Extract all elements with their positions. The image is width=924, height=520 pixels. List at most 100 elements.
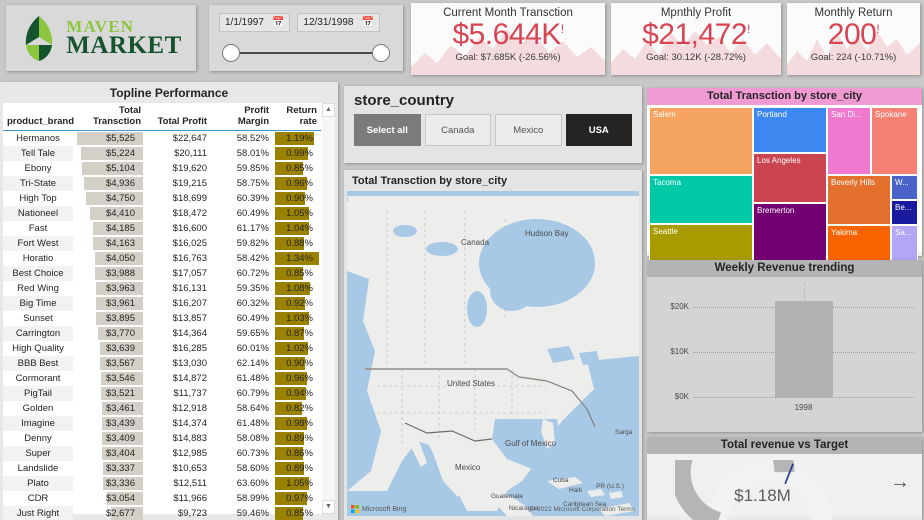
- col-total-profit[interactable]: Total Profit: [145, 103, 211, 131]
- cell-product-brand: Big Time: [3, 296, 73, 311]
- table-row[interactable]: Horatio $4,050 $16,763 58.42% 1.34%: [3, 251, 321, 266]
- weekly-revenue-chart[interactable]: $0K $10K $20K 1998: [647, 277, 922, 427]
- col-product-brand[interactable]: product_brand: [3, 103, 74, 131]
- slicer-option-select-all[interactable]: Select all: [354, 114, 421, 146]
- map-title: Total Transction by store_city: [352, 175, 508, 187]
- treemap-cell[interactable]: Los Angeles: [753, 153, 827, 203]
- kpi-card-monthly-return[interactable]: Monthly Return 200! Goal: 224 (-10.71%): [787, 3, 920, 75]
- cell-profit-margin: 59.46%: [236, 508, 269, 519]
- table-row[interactable]: Super $3,404 $12,985 60.73% 0.86%: [3, 446, 321, 461]
- treemap-cell[interactable]: W...: [891, 175, 918, 200]
- kpi-card-current-month-transaction[interactable]: Current Month Transction $5.644K! Goal: …: [411, 3, 605, 75]
- x-axis-tick-label: 1998: [794, 403, 813, 412]
- date-slider[interactable]: [222, 44, 390, 62]
- table-row[interactable]: Denny $3,409 $14,883 58.08% 0.89%: [3, 431, 321, 446]
- cell-total-transaction: $3,895: [73, 311, 145, 326]
- treemap-cell[interactable]: Salem: [649, 107, 753, 175]
- col-profit-margin[interactable]: Profit Margin: [211, 103, 273, 131]
- table-row[interactable]: Imagine $3,439 $14,374 61.48% 0.98%: [3, 416, 321, 431]
- cell-profit-margin: 60.79%: [236, 388, 269, 399]
- table-row[interactable]: Cormorant $3,546 $14,872 61.48% 0.96%: [3, 371, 321, 386]
- cell-total-transaction: $2,677: [73, 506, 145, 520]
- table-row[interactable]: High Quality $3,639 $16,285 60.01% 1.02%: [3, 341, 321, 356]
- cell-profit-margin: 58.75%: [236, 178, 269, 189]
- map-label-puerto-rico: PR (U.S.): [596, 483, 624, 490]
- table-row[interactable]: PigTail $3,521 $11,737 60.79% 0.94%: [3, 386, 321, 401]
- table-row[interactable]: CDR $3,054 $11,966 58.99% 0.97%: [3, 491, 321, 506]
- topline-table-body: Hermanos $5,525 $22,647 58.52% 1.19% Tell Tal…: [3, 130, 321, 520]
- table-row[interactable]: Fort West $4,163 $16,025 59.82% 0.88%: [3, 236, 321, 251]
- table-row[interactable]: High Top $4,750 $18,699 60.39% 0.90%: [3, 191, 321, 206]
- end-date-field[interactable]: 12/31/1998 📅: [297, 13, 380, 32]
- cell-return-rate: 0.96%: [273, 371, 321, 386]
- treemap-cell[interactable]: Portland: [753, 107, 827, 153]
- cell-profit-margin: 59.65%: [236, 328, 269, 339]
- calendar-icon[interactable]: 📅: [361, 17, 373, 28]
- cell-product-brand: Fort West: [3, 236, 73, 251]
- cell-product-brand: Golden: [3, 401, 73, 416]
- cell-total-transaction: $3,639: [73, 341, 145, 356]
- y-axis-tick-label: $20K: [670, 302, 689, 312]
- table-row[interactable]: Just Right $2,677 $9,723 59.46% 0.85%: [3, 506, 321, 520]
- gridline: [693, 397, 914, 398]
- cell-return-rate: 1.08%: [273, 281, 321, 296]
- gauge-body[interactable]: $1.18M →: [647, 454, 922, 520]
- col-total-transaction[interactable]: Total Transction: [73, 103, 145, 131]
- map-label-united-states: United States: [447, 379, 496, 388]
- slicer-option-canada[interactable]: Canada: [424, 114, 491, 146]
- bing-map[interactable]: Canada Hudson Bay United States Gulf of …: [347, 191, 639, 516]
- table-row[interactable]: Tell Tale $5,224 $20,111 58.01% 0.99%: [3, 146, 321, 161]
- scroll-down-icon[interactable]: ▼: [322, 500, 335, 514]
- cell-return-rate: 0.98%: [273, 416, 321, 431]
- arrow-right-icon[interactable]: →: [890, 472, 910, 492]
- slicer-option-mexico[interactable]: Mexico: [495, 114, 562, 146]
- table-row[interactable]: Fast $4,185 $16,600 61.17% 1.04%: [3, 221, 321, 236]
- scrollbar-thumb[interactable]: [322, 117, 335, 500]
- cell-total-profit: $16,285: [172, 343, 207, 354]
- table-row[interactable]: Ebony $5,104 $19,620 59.85% 0.85%: [3, 161, 321, 176]
- table-row[interactable]: Best Choice $3,988 $17,057 60.72% 0.85%: [3, 266, 321, 281]
- map-label-guatemala: Guatemala: [491, 493, 523, 500]
- slider-handle-end[interactable]: [372, 44, 390, 62]
- treemap-cell[interactable]: Tacoma: [649, 175, 753, 224]
- table-row[interactable]: Sunset $3,895 $13,857 60.49% 1.03%: [3, 311, 321, 326]
- treemap-cell[interactable]: Spokane: [871, 107, 918, 175]
- table-row[interactable]: BBB Best $3,567 $13,030 62.14% 0.90%: [3, 356, 321, 371]
- slider-handle-start[interactable]: [222, 44, 240, 62]
- treemap-cell[interactable]: Beverly Hills: [827, 175, 891, 225]
- treemap-cell[interactable]: Be...: [891, 200, 918, 225]
- start-date-field[interactable]: 1/1/1997 📅: [219, 13, 291, 32]
- cell-total-profit: $16,207: [172, 298, 207, 309]
- cell-total-transaction: $4,185: [73, 221, 145, 236]
- table-row[interactable]: Big Time $3,961 $16,207 60.32% 0.92%: [3, 296, 321, 311]
- table-row[interactable]: Hermanos $5,525 $22,647 58.52% 1.19%: [3, 130, 321, 146]
- cell-total-profit: $22,647: [172, 133, 207, 144]
- slicer-option-usa[interactable]: USA: [565, 114, 632, 146]
- cell-return-rate: 0.92%: [273, 296, 321, 311]
- table-row[interactable]: Plato $3,336 $12,511 63.60% 1.05%: [3, 476, 321, 491]
- map-label-haiti: Haiti: [569, 487, 583, 494]
- table-row[interactable]: Tri-State $4,936 $19,215 58.75% 0.96%: [3, 176, 321, 191]
- cell-return-rate: 0.90%: [273, 356, 321, 371]
- bar[interactable]: [774, 300, 833, 397]
- table-row[interactable]: Nationeel $4,410 $18,472 60.49% 1.05%: [3, 206, 321, 221]
- cell-total-profit: $20,111: [174, 148, 207, 159]
- calendar-icon[interactable]: 📅: [272, 17, 284, 28]
- cell-return-rate: 0.87%: [273, 326, 321, 341]
- kpi-value: $21,472!: [642, 18, 750, 51]
- map-label-gulf-of-mexico: Gulf of Mexico: [505, 439, 557, 448]
- treemap-cell[interactable]: San Di...: [827, 107, 871, 175]
- cell-total-transaction: $4,163: [73, 236, 145, 251]
- table-row[interactable]: Red Wing $3,963 $16,131 59.35% 1.08%: [3, 281, 321, 296]
- cell-total-profit: $14,883: [172, 433, 207, 444]
- scroll-up-icon[interactable]: ▲: [322, 103, 335, 117]
- cell-return-rate: 1.04%: [273, 221, 321, 236]
- table-row[interactable]: Landslide $3,337 $10,653 58.60% 0.89%: [3, 461, 321, 476]
- table-row[interactable]: Carrington $3,770 $14,364 59.65% 0.87%: [3, 326, 321, 341]
- treemap-cell[interactable]: Bremerton: [753, 203, 827, 268]
- date-range-slicer[interactable]: 1/1/1997 📅 12/31/1998 📅: [209, 5, 403, 71]
- table-scrollbar[interactable]: ▲ ▼: [322, 103, 335, 514]
- kpi-card-monthly-profit[interactable]: Mpnthly Profit $21,472! Goal: 30.12K (-2…: [611, 3, 781, 75]
- col-return-rate[interactable]: Return rate: [273, 103, 321, 131]
- table-row[interactable]: Golden $3,461 $12,918 58.64% 0.82%: [3, 401, 321, 416]
